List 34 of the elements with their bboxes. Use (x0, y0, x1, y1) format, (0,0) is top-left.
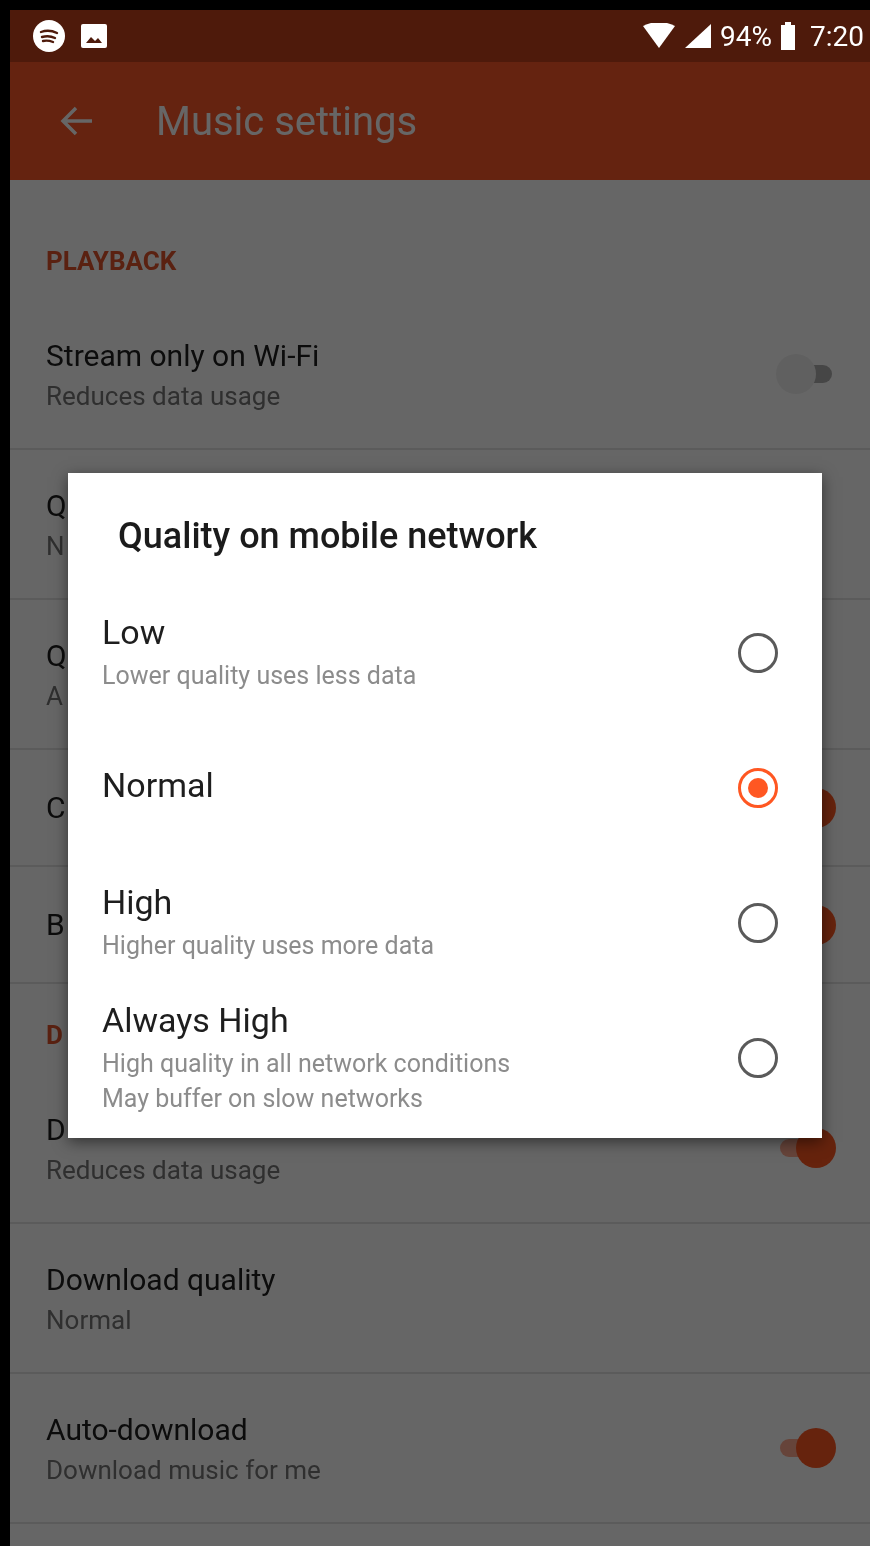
clock-time: 7:20 (810, 19, 864, 53)
setting-title: C (46, 790, 66, 825)
option-label: High (102, 882, 173, 922)
setting-title: Q (46, 637, 67, 673)
option-label: Always High (102, 999, 289, 1040)
battery-percent: 94% (720, 19, 772, 53)
radio-button[interactable] (738, 902, 778, 943)
quality-option[interactable]: Low Lower quality uses less data (68, 585, 822, 720)
setting-title: Q (46, 487, 67, 523)
quality-option[interactable]: High Higher quality uses more data (68, 855, 822, 990)
image-icon (80, 23, 108, 49)
section-header: D (46, 1020, 63, 1050)
section-header: PLAYBACK (46, 246, 177, 276)
wifi-icon (642, 23, 676, 49)
signal-icon (684, 23, 712, 49)
back-arrow-icon (60, 106, 94, 136)
setting-title: Download quality (46, 1261, 276, 1297)
radio-button[interactable] (738, 632, 778, 673)
setting-title: Stream only on Wi-Fi (46, 337, 320, 373)
option-label: Low (102, 612, 166, 652)
option-description: May buffer on slow networks (102, 1082, 423, 1115)
setting-title: Auto-download (46, 1411, 248, 1447)
radio-button[interactable] (738, 1037, 778, 1078)
option-description: Lower quality uses less data (102, 660, 417, 692)
setting-title: D (46, 1111, 66, 1147)
dialog-title: Quality on mobile network (118, 515, 539, 559)
battery-icon (780, 22, 796, 50)
radio-button[interactable] (738, 767, 778, 808)
screen-title: Music settings (156, 97, 418, 145)
quality-option[interactable]: Normal (68, 720, 822, 855)
setting-title: B (46, 907, 65, 942)
app-logo-icon (32, 19, 66, 53)
option-description: Higher quality uses more data (102, 930, 434, 962)
option-label: Normal (102, 764, 214, 805)
